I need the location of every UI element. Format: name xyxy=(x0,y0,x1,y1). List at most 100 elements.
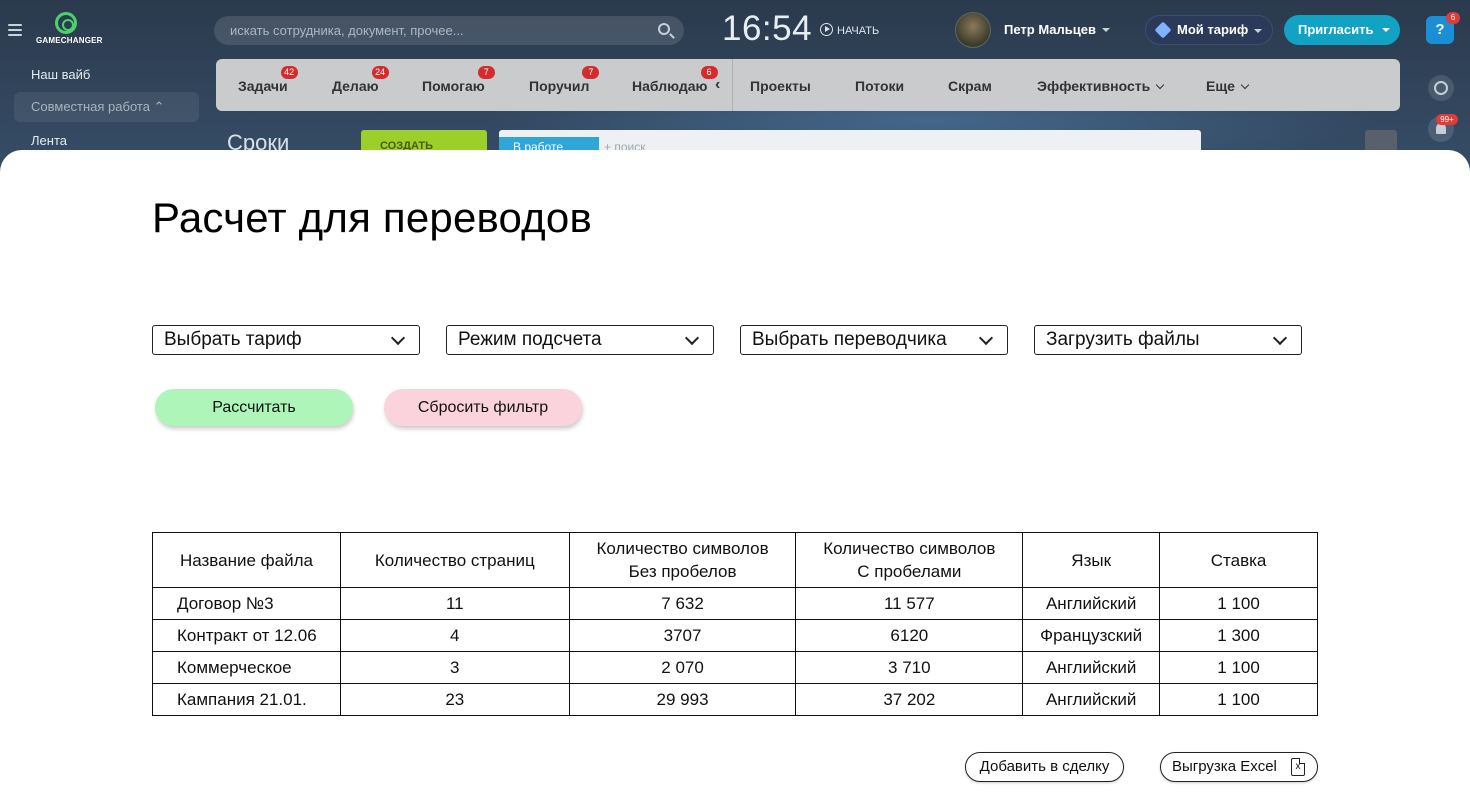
search-icon[interactable] xyxy=(658,23,670,35)
top-bar: GAMECHANGER искать сотрудника, документ,… xyxy=(0,0,1470,60)
cell-chars-with-spaces: 3 710 xyxy=(795,651,1024,684)
header-chars-no-spaces: Количество символов Без пробелов xyxy=(568,532,797,588)
cell-rate: 1 100 xyxy=(1159,683,1318,716)
add-to-deal-button[interactable]: Добавить в сделку xyxy=(965,752,1124,782)
cell-rate: 1 100 xyxy=(1159,587,1318,620)
table-header-row: Название файла Количество страниц Количе… xyxy=(152,532,1318,588)
cell-file-name: Договор №3 xyxy=(152,587,341,620)
select-label: Выбрать переводчика xyxy=(752,329,947,350)
start-label: НАЧАТЬ xyxy=(837,25,880,37)
count-mode-select[interactable]: Режим подсчета xyxy=(446,325,714,355)
chevron-down-icon xyxy=(1254,29,1262,33)
export-excel-button[interactable]: Выгрузка Excel x xyxy=(1160,752,1318,782)
sidebar-item-vibe[interactable]: Наш вайб xyxy=(31,67,90,82)
logo[interactable]: GAMECHANGER xyxy=(36,12,103,50)
table-row[interactable]: Договор №3 11 7 632 11 577 Английский 1 … xyxy=(152,587,1318,620)
play-icon xyxy=(820,23,833,36)
cell-file-name: Контракт от 12.06 xyxy=(152,619,341,652)
user-name: Петр Мальцев xyxy=(1004,22,1097,37)
tab-doing[interactable]: Делаю 24 xyxy=(332,66,389,94)
clock: 16:54 xyxy=(722,9,813,48)
help-badge: 6 xyxy=(1446,12,1460,24)
header-pages: Количество страниц xyxy=(339,532,570,588)
global-search-input[interactable]: искать сотрудника, документ, прочее... xyxy=(214,16,684,45)
notification-badge: 99+ xyxy=(1436,114,1458,125)
chevron-down-icon xyxy=(1155,80,1165,90)
cell-chars-no-spaces: 29 993 xyxy=(568,683,797,716)
invite-button[interactable]: Пригласить xyxy=(1284,15,1400,45)
chevron-down-icon xyxy=(390,330,406,346)
excel-file-icon: x xyxy=(1291,758,1305,776)
chevron-down-icon xyxy=(1240,80,1250,90)
header-file-name: Название файла xyxy=(152,532,341,588)
chevron-down-icon xyxy=(684,330,700,346)
export-excel-label: Выгрузка Excel xyxy=(1172,758,1277,775)
my-tariff-button[interactable]: Мой тариф xyxy=(1145,15,1273,45)
select-label: Загрузить файлы xyxy=(1046,329,1200,350)
create-button[interactable]: СОЗДАТЬ xyxy=(361,130,487,152)
tab-assigned[interactable]: Поручил 7 xyxy=(529,66,600,94)
tab-counter: 7 xyxy=(582,66,600,79)
tab-more[interactable]: Еще xyxy=(1206,78,1250,94)
page-title-background: Сроки xyxy=(227,130,290,152)
tab-watching[interactable]: Наблюдаю 6 xyxy=(632,66,718,94)
cell-rate: 1 300 xyxy=(1159,619,1318,652)
select-label: Выбрать тариф xyxy=(164,329,302,350)
cell-chars-no-spaces: 3707 xyxy=(568,619,797,652)
tab-tasks[interactable]: Задачи 42 xyxy=(238,66,298,94)
tab-label: Помогаю xyxy=(422,78,485,94)
sidebar-item-feed[interactable]: Лента xyxy=(31,133,67,148)
tab-projects[interactable]: Проекты xyxy=(750,78,811,94)
tab-label: Задачи xyxy=(238,78,288,94)
cell-chars-no-spaces: 7 632 xyxy=(568,587,797,620)
filter-bar[interactable]: В работе + поиск xyxy=(499,130,1201,152)
header-language: Язык xyxy=(1022,532,1161,588)
tab-scrum[interactable]: Скрам xyxy=(948,78,992,94)
table-row[interactable]: Контракт от 12.06 4 3707 6120 Французски… xyxy=(152,619,1318,652)
tabs-divider xyxy=(732,59,733,111)
tariff-select[interactable]: Выбрать тариф xyxy=(152,325,420,355)
chat-icon[interactable] xyxy=(1428,75,1454,101)
cell-rate: 1 100 xyxy=(1159,651,1318,684)
avatar[interactable] xyxy=(955,12,991,48)
cell-pages: 11 xyxy=(339,587,570,620)
cell-language: Английский xyxy=(1022,587,1161,620)
header-chars-with-spaces: Количество символов С пробелами xyxy=(795,532,1024,588)
cell-file-name: Кампания 21.01. xyxy=(152,683,341,716)
tab-counter: 7 xyxy=(477,66,495,79)
cell-pages: 4 xyxy=(339,619,570,652)
tariff-label: Мой тариф xyxy=(1177,22,1249,37)
cell-chars-with-spaces: 37 202 xyxy=(795,683,1024,716)
upload-files-select[interactable]: Загрузить файлы xyxy=(1034,325,1302,355)
cell-language: Английский xyxy=(1022,651,1161,684)
cell-language: Английский xyxy=(1022,683,1161,716)
invite-label: Пригласить xyxy=(1298,22,1374,37)
tab-label: Делаю xyxy=(332,78,379,94)
tab-efficiency[interactable]: Эффективность xyxy=(1037,78,1165,94)
header-rate: Ставка xyxy=(1159,532,1318,588)
cell-file-name: Коммерческое xyxy=(152,651,341,684)
table-row[interactable]: Кампания 21.01. 23 29 993 37 202 Английс… xyxy=(152,683,1318,716)
chevron-left-icon[interactable]: ‹ xyxy=(715,76,720,94)
chevron-down-icon xyxy=(978,330,994,346)
table-row[interactable]: Коммерческое 3 2 070 3 710 Английский 1 … xyxy=(152,651,1318,684)
logo-text: GAMECHANGER xyxy=(36,36,103,45)
start-workday-button[interactable]: НАЧАТЬ xyxy=(820,23,879,37)
settings-icon[interactable] xyxy=(1365,130,1397,152)
tab-counter: 24 xyxy=(371,66,389,79)
sidebar-group-collab[interactable]: Совместная работа ⌃ xyxy=(14,92,199,122)
reset-filter-button[interactable]: Сбросить фильтр xyxy=(384,389,582,426)
user-menu[interactable]: Петр Мальцев xyxy=(1004,22,1111,37)
calculate-button[interactable]: Рассчитать xyxy=(155,389,353,426)
logo-mark-icon xyxy=(55,12,77,34)
tab-counter: 42 xyxy=(280,66,298,79)
menu-icon[interactable] xyxy=(8,24,22,36)
translation-calc-modal: Расчет для переводов Выбрать тариф Режим… xyxy=(0,150,1470,800)
translator-select[interactable]: Выбрать переводчика xyxy=(740,325,1008,355)
tab-flows[interactable]: Потоки xyxy=(855,78,904,94)
tariff-diamond-icon xyxy=(1154,21,1172,39)
tab-helping[interactable]: Помогаю 7 xyxy=(422,66,495,94)
tab-label: Поручил xyxy=(529,78,590,94)
task-tabs: Задачи 42 Делаю 24 Помогаю 7 Поручил 7 Наблю… xyxy=(216,59,1400,111)
cell-language: Французский xyxy=(1022,619,1161,652)
